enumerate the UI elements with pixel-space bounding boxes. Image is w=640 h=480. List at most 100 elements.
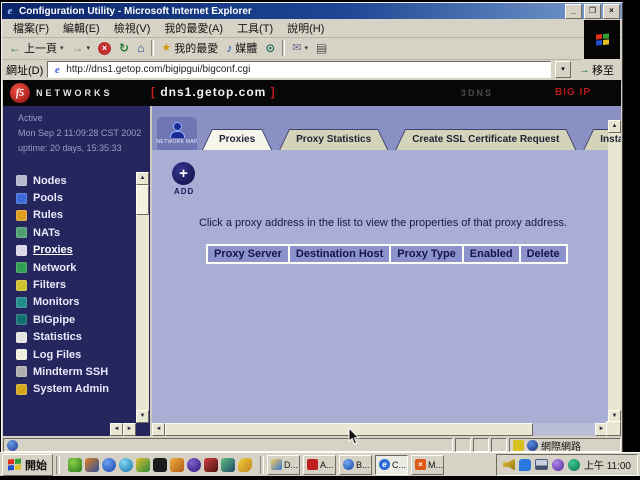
menu-favorites[interactable]: 我的最愛(A): [157, 19, 230, 37]
blue-app-window-icon: [343, 459, 354, 470]
sidebar-item-nats[interactable]: NATs: [16, 224, 150, 241]
quicklaunch-icon-8[interactable]: [187, 458, 201, 472]
favorites-button[interactable]: ★ 我的最愛: [157, 39, 222, 57]
status-datetime: Mon Sep 2 11:09:28 CST 2002: [18, 126, 150, 141]
display-icon[interactable]: [535, 459, 548, 470]
start-windows-flag-icon: [8, 459, 21, 471]
menu-view[interactable]: 檢視(V): [107, 19, 158, 37]
sidebar-item-mindterm-ssh[interactable]: Mindterm SSH: [16, 363, 150, 380]
taskbar-window-5[interactable]: × M...: [411, 455, 444, 475]
forward-button[interactable]: → ▾: [68, 40, 95, 56]
mail-dropdown-icon[interactable]: ▾: [305, 44, 309, 52]
page-icon: e: [51, 64, 63, 76]
quicklaunch-icon-5[interactable]: [136, 458, 150, 472]
scrollbar-thumb[interactable]: [136, 185, 149, 215]
taskbar-window-3[interactable]: B...: [339, 455, 372, 475]
green-app-icon[interactable]: [568, 459, 580, 471]
scroll-up-icon[interactable]: ▲: [136, 172, 149, 185]
quicklaunch-icon-2[interactable]: [85, 458, 99, 472]
tab-proxy-statistics[interactable]: Proxy Statistics: [279, 129, 388, 150]
quicklaunch-icon-11[interactable]: [238, 458, 252, 472]
go-button[interactable]: → 移至: [575, 62, 618, 78]
address-input[interactable]: e http://dns1.getop.com/bigipgui/bigconf…: [47, 61, 551, 78]
sidebar-item-bigpipe[interactable]: BIGpipe: [16, 311, 150, 328]
taskbar-window-2[interactable]: A...: [303, 455, 336, 475]
scroll-right-icon[interactable]: ►: [123, 423, 136, 436]
network-map-button[interactable]: NETWORK MAP: [157, 117, 197, 150]
nav-scrollbar[interactable]: ▲ ▼: [136, 172, 149, 423]
address-dropdown-icon[interactable]: ▾: [555, 61, 571, 78]
internet-zone-label: 網際網路: [541, 438, 581, 453]
quicklaunch-icon-6[interactable]: [153, 458, 167, 472]
refresh-button[interactable]: ↻: [115, 40, 133, 56]
back-button[interactable]: ← 上一頁 ▾: [5, 39, 68, 57]
quicklaunch-icon-7[interactable]: [170, 458, 184, 472]
tab-create-ssl-certificate-request[interactable]: Create SSL Certificate Request: [395, 129, 576, 150]
quicklaunch-icon-9[interactable]: [204, 458, 218, 472]
taskbar-clock[interactable]: 上午 11:00: [584, 457, 631, 472]
add-button-label: ADD: [174, 187, 194, 196]
status-zone-main: [3, 438, 453, 452]
close-button[interactable]: ×: [603, 4, 620, 19]
mail-button[interactable]: ✉ ▾: [288, 40, 312, 56]
nodes-icon: [16, 175, 27, 186]
instruction-text: Click a proxy address in the list to vie…: [172, 217, 594, 229]
sidebar-item-statistics[interactable]: Statistics: [16, 329, 150, 346]
quicklaunch-icon-3[interactable]: [102, 458, 116, 472]
add-proxy-button[interactable]: +: [172, 162, 195, 185]
quicklaunch-icon-10[interactable]: [221, 458, 235, 472]
network-map-icon: [173, 122, 182, 131]
content-vscrollbar[interactable]: ▲ ▼: [608, 120, 621, 423]
f5-logo-icon: f5: [10, 83, 30, 103]
content-frame: NETWORK MAP Proxies Proxy Statistics Cre…: [150, 106, 621, 436]
menu-bar: 檔案(F) 編輯(E) 檢視(V) 我的最愛(A) 工具(T) 說明(H): [2, 19, 622, 38]
sidebar-item-rules[interactable]: Rules: [16, 207, 150, 224]
taskbar-window-4[interactable]: e C...: [375, 455, 408, 475]
forward-dropdown-icon[interactable]: ▾: [87, 44, 91, 52]
scroll-left-icon[interactable]: ◄: [110, 423, 123, 436]
monitors-icon: [16, 297, 27, 308]
tab-strip: NETWORK MAP Proxies Proxy Statistics Cre…: [152, 106, 621, 150]
history-button[interactable]: ⊙: [261, 40, 279, 56]
status-active: Active: [18, 111, 150, 126]
statistics-icon: [16, 332, 27, 343]
bigpipe-icon: [16, 314, 27, 325]
scroll-down-icon[interactable]: ▼: [136, 410, 149, 423]
messenger-icon[interactable]: [519, 459, 531, 471]
quicklaunch-icon-4[interactable]: [119, 458, 133, 472]
folder-window-icon: [271, 459, 282, 470]
sidebar-item-pools[interactable]: Pools: [16, 189, 150, 206]
back-dropdown-icon[interactable]: ▾: [60, 44, 64, 52]
start-button[interactable]: 開始: [2, 454, 53, 476]
sidebar-item-log-files[interactable]: Log Files: [16, 346, 150, 363]
media-button[interactable]: ♪ 媒體: [222, 39, 261, 57]
purple-ball-icon[interactable]: [552, 459, 564, 471]
f5-brand-text: NETWORKS: [36, 88, 113, 98]
nav-hscrollbar[interactable]: ◄ ►: [110, 423, 136, 436]
menu-file[interactable]: 檔案(F): [6, 19, 56, 37]
sidebar-item-nodes[interactable]: Nodes: [16, 172, 150, 189]
menu-tools[interactable]: 工具(T): [230, 19, 280, 37]
volume-icon[interactable]: [503, 459, 515, 471]
sidebar-item-proxies[interactable]: Proxies: [16, 242, 150, 259]
restore-button[interactable]: ❐: [584, 4, 601, 19]
taskbar-window-1[interactable]: D...: [267, 455, 300, 475]
print-button[interactable]: ▤: [312, 40, 331, 56]
browser-toolbar: ← 上一頁 ▾ → ▾ × ↻ ⌂ ★ 我的最愛 ♪ 媒體 ⊙: [2, 37, 582, 60]
quicklaunch-icon-1[interactable]: [68, 458, 82, 472]
back-icon: ←: [9, 41, 21, 55]
menu-edit[interactable]: 編輯(E): [56, 19, 107, 37]
sidebar-item-system-admin[interactable]: System Admin: [16, 381, 150, 398]
tab-proxies[interactable]: Proxies: [202, 129, 272, 150]
stop-button[interactable]: ×: [94, 41, 115, 56]
scroll-left-icon[interactable]: ◄: [152, 423, 165, 436]
content-hscrollbar[interactable]: ◄ ►: [152, 423, 608, 436]
scroll-up-icon[interactable]: ▲: [608, 120, 621, 133]
menu-help[interactable]: 說明(H): [280, 19, 331, 37]
sidebar-item-network[interactable]: Network: [16, 259, 150, 276]
sidebar-item-monitors[interactable]: Monitors: [16, 294, 150, 311]
minimize-button[interactable]: _: [565, 4, 582, 19]
home-button[interactable]: ⌂: [133, 40, 148, 56]
sidebar-item-filters[interactable]: Filters: [16, 276, 150, 293]
mouse-cursor: [348, 428, 360, 451]
